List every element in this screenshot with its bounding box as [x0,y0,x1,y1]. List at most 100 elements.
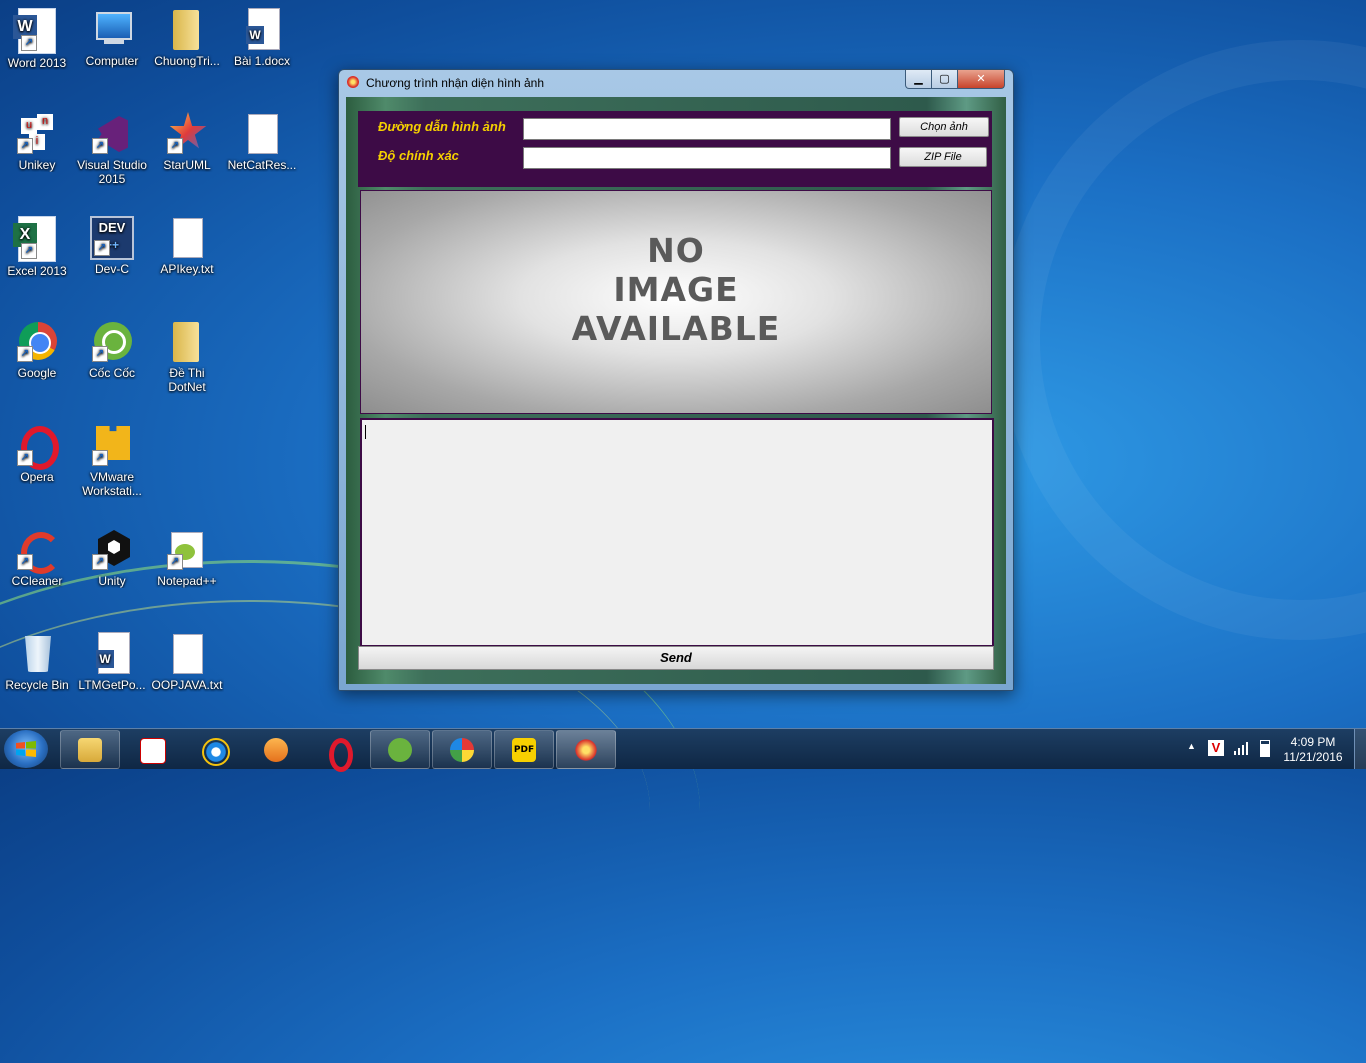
word-icon: W ↗ [13,8,56,54]
word-document-icon: W [240,8,284,52]
desktop-icon-ccleaner[interactable]: ↗ CCleaner [0,528,74,588]
chrome-icon: ↗ [15,320,59,364]
desktop-icon-word-2013[interactable]: W ↗ Word 2013 [0,8,74,70]
visual-studio-icon: ↗ [90,112,134,156]
desktop-icon-label: OOPJAVA.txt [151,678,223,692]
internet-explorer-icon [202,738,230,766]
battery-icon[interactable] [1260,740,1270,757]
taskbar-file-explorer[interactable] [60,730,120,769]
taskbar-media-player[interactable] [246,730,306,769]
desktop-icon-vmware[interactable]: ↗ VMware Workstati... [75,424,149,498]
desktop-icon-recycle-bin[interactable]: Recycle Bin [0,632,74,692]
desktop-icon-label: Dev-C [94,262,129,276]
taskbar-image-recognition-app[interactable] [556,730,616,769]
start-button[interactable] [4,730,48,768]
taskbar-coccoc[interactable] [370,730,430,769]
desktop-icon-bai1-docx[interactable]: W Bài 1.docx [225,8,299,68]
taskbar-pdf-reader[interactable]: PDF [494,730,554,769]
desktop-icon-dev-c[interactable]: DEV ++ ↗ Dev-C [75,216,149,276]
desktop-icon-label: Opera [20,470,54,484]
recycle-bin-icon [15,632,59,676]
image-path-label: Đường dẫn hình ảnh [378,119,506,134]
paint-palette-icon [450,738,474,762]
taskbar-opera[interactable] [308,730,368,772]
choose-image-button[interactable]: Chọn ảnh [899,117,989,137]
desktop-icon-google[interactable]: ↗ Google [0,320,74,380]
desktop-icon-label: StarUML [163,158,211,172]
maximize-button[interactable]: ▢ [931,70,958,89]
desktop-icon-oopjava-txt[interactable]: OOPJAVA.txt [150,632,224,692]
accuracy-input[interactable] [523,147,891,169]
window-titlebar[interactable]: Chương trình nhận diện hình ảnh ▁ ▢ ✕ [339,70,1013,96]
dev-cpp-icon: DEV ++ ↗ [90,216,134,260]
clock-time: 4:09 PM [1290,735,1336,749]
desktop-icon-netcatres[interactable]: NetCatRes... [225,112,299,172]
word-document-icon: W [90,632,134,676]
network-signal-icon[interactable] [1234,741,1248,755]
desktop-icon-visual-studio[interactable]: ↗ Visual Studio 2015 [75,112,149,186]
zip-file-button[interactable]: ZIP File [899,147,987,167]
desktop-icon-notepad-plus[interactable]: ↗ Notepad++ [150,528,224,588]
send-button[interactable]: Send [358,646,994,670]
desktop-icon-unity[interactable]: ↗ Unity [75,528,149,588]
image-path-input[interactable] [523,118,891,140]
tray-expand-icon[interactable]: ▲ [1187,741,1196,751]
text-caret [365,425,366,439]
desktop-icon-label: Excel 2013 [7,264,67,278]
vietnamese-ime-icon[interactable]: V [1208,740,1224,756]
desktop-icon-label: Bài 1.docx [233,54,291,68]
desktop-icon-label: NetCatRes... [227,158,297,172]
desktop-icon-label: Visual Studio 2015 [77,158,147,186]
desktop-icon-de-thi-dotnet[interactable]: Đề Thi DotNet [150,320,224,394]
taskbar-paint[interactable] [432,730,492,769]
close-button[interactable]: ✕ [957,70,1005,89]
media-player-icon [264,738,288,762]
text-file-icon [165,216,209,260]
desktop-icon-coccoc[interactable]: ↗ Cốc Cốc [75,320,149,380]
excel-icon: X ↗ [13,216,56,262]
result-textarea[interactable] [360,418,994,647]
notepad-plus-icon: ↗ [165,528,209,572]
taskbar-internet-explorer[interactable] [184,730,244,769]
desktop-icon-chuongtrinh[interactable]: ChuongTri... [150,8,224,68]
no-image-placeholder: NO IMAGE AVAILABLE [361,231,991,348]
computer-icon [90,8,134,52]
system-clock[interactable]: 4:09 PM 11/21/2016 [1280,735,1346,765]
folder-icon [78,738,102,762]
vmware-icon: ↗ [90,424,134,468]
show-desktop-button[interactable] [1354,729,1366,769]
desktop-icon-label: Unikey [18,158,56,172]
opera-icon: ↗ [15,424,59,470]
accuracy-label: Độ chính xác [378,148,459,163]
window-title: Chương trình nhận diện hình ảnh [366,76,545,90]
image-preview[interactable]: NO IMAGE AVAILABLE [360,190,992,414]
coccoc-icon [388,738,412,762]
app-window: Chương trình nhận diện hình ảnh ▁ ▢ ✕ Đư… [338,69,1014,691]
coccoc-icon: ↗ [90,320,134,364]
text-file-icon [240,112,284,156]
windows-logo-icon [16,741,36,757]
minimize-button[interactable]: ▁ [905,70,932,89]
unikey-icon: u n i ↗ [15,112,59,156]
desktop-icon-unikey[interactable]: u n i ↗ Unikey [0,112,74,172]
desktop-icon-label: Recycle Bin [5,678,69,692]
desktop-icon-label: VMware Workstati... [82,470,142,498]
desktop-icon-label: Unity [98,574,126,588]
ccleaner-icon: ↗ [15,528,61,574]
desktop-icon-opera[interactable]: ↗ Opera [0,424,74,484]
desktop-icon-apikey-txt[interactable]: APIkey.txt [150,216,224,276]
app-icon [574,738,598,762]
placeholder-line: NO [647,231,705,270]
desktop-icon-excel-2013[interactable]: X ↗ Excel 2013 [0,216,74,278]
desktop-icon-computer[interactable]: Computer [75,8,149,68]
taskbar-unikey[interactable] [122,730,182,769]
desktop-icon-label: ChuongTri... [154,54,220,68]
window-client-area: Đường dẫn hình ảnh Chọn ảnh Độ chính xác… [346,97,1006,684]
desktop-icon-ltmgetpo[interactable]: W LTMGetPo... [75,632,149,692]
desktop-icon-label: Google [17,366,57,380]
desktop-icon-label: Đề Thi DotNet [168,366,206,394]
unikey-icon [140,738,166,764]
placeholder-line: AVAILABLE [571,309,781,348]
opera-icon [329,738,353,772]
desktop-icon-staruml[interactable]: ↗ StarUML [150,112,224,172]
